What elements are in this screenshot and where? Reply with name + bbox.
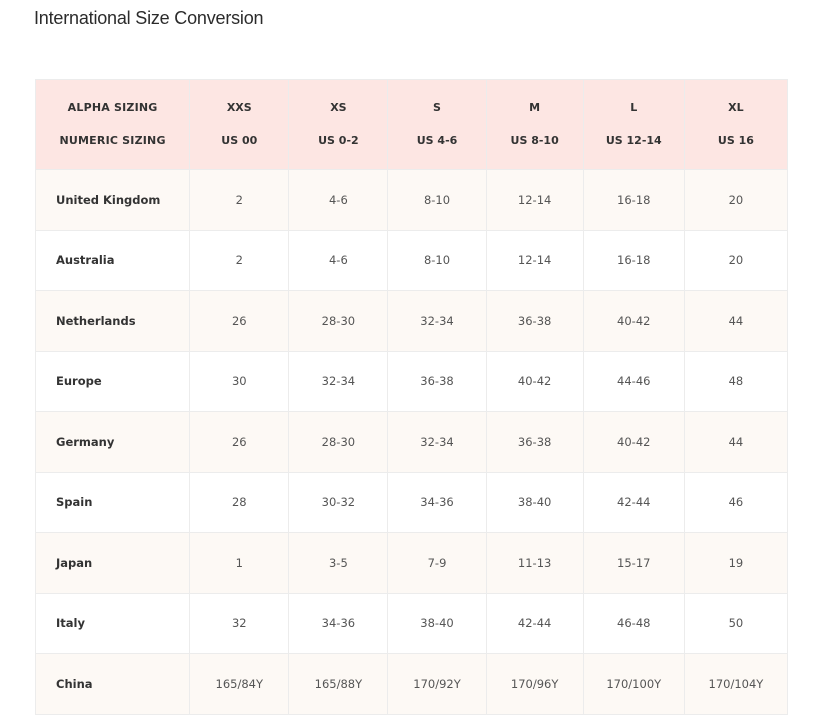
- alpha-size: XXS: [226, 101, 252, 114]
- size-value-cell: 42-44: [582, 471, 685, 533]
- size-value-cell: 2: [189, 169, 290, 231]
- table-header-row: ALPHA SIZING NUMERIC SIZING XXS US 00 XS…: [34, 79, 789, 170]
- size-value-cell: 4-6: [288, 169, 389, 231]
- size-value-cell: 19: [683, 532, 789, 594]
- size-value-cell: 16-18: [582, 169, 685, 231]
- size-value-cell: 34-36: [288, 592, 389, 654]
- table-row: Germany 26 28-30 32-34 36-38 40-42 44: [34, 411, 789, 473]
- country-cell: Japan: [34, 532, 191, 594]
- size-value-cell: 32-34: [387, 290, 487, 352]
- country-cell: Australia: [34, 229, 191, 291]
- size-value-cell: 2: [189, 229, 290, 291]
- size-value-cell: 16-18: [582, 229, 685, 291]
- numeric-size: US 12-14: [605, 134, 662, 147]
- size-value-cell: 20: [683, 229, 789, 291]
- size-value-cell: 34-36: [387, 471, 487, 533]
- country-cell: China: [34, 653, 191, 715]
- country-cell: Europe: [34, 350, 191, 412]
- alpha-size: S: [433, 101, 441, 114]
- size-value-cell: 30: [189, 350, 290, 412]
- size-value-cell: 28-30: [288, 411, 389, 473]
- size-value-cell: 40-42: [582, 290, 685, 352]
- size-value-cell: 165/84Y: [189, 653, 290, 715]
- size-value-cell: 28: [189, 471, 290, 533]
- table-row: Spain 28 30-32 34-36 38-40 42-44 46: [34, 471, 789, 533]
- size-value-cell: 170/100Y: [582, 653, 685, 715]
- alpha-size: L: [630, 101, 638, 114]
- size-value-cell: 8-10: [387, 169, 487, 231]
- numeric-size: US 4-6: [416, 134, 458, 147]
- table-row: China 165/84Y 165/88Y 170/92Y 170/96Y 17…: [34, 653, 789, 715]
- size-value-cell: 50: [683, 592, 789, 654]
- size-value-cell: 48: [683, 350, 789, 412]
- size-value-cell: 7-9: [387, 532, 487, 594]
- size-value-cell: 12-14: [485, 229, 584, 291]
- table-row: Japan 1 3-5 7-9 11-13 15-17 19: [34, 532, 789, 594]
- size-value-cell: 32-34: [387, 411, 487, 473]
- size-value-cell: 36-38: [485, 411, 584, 473]
- header-cell-size: XL US 16: [683, 79, 789, 170]
- country-cell: United Kingdom: [34, 169, 191, 231]
- size-value-cell: 28-30: [288, 290, 389, 352]
- size-value-cell: 170/104Y: [683, 653, 789, 715]
- size-value-cell: 26: [189, 290, 290, 352]
- size-value-cell: 46-48: [582, 592, 685, 654]
- alpha-sizing-label: ALPHA SIZING: [67, 101, 158, 114]
- alpha-size: XS: [330, 101, 347, 114]
- size-value-cell: 46: [683, 471, 789, 533]
- size-value-cell: 40-42: [582, 411, 685, 473]
- header-cell-size: L US 12-14: [582, 79, 685, 170]
- size-value-cell: 4-6: [288, 229, 389, 291]
- page-title: International Size Conversion: [34, 8, 264, 28]
- size-value-cell: 3-5: [288, 532, 389, 594]
- table-row: Italy 32 34-36 38-40 42-44 46-48 50: [34, 592, 789, 654]
- size-value-cell: 36-38: [485, 290, 584, 352]
- size-value-cell: 8-10: [387, 229, 487, 291]
- size-value-cell: 11-13: [485, 532, 584, 594]
- header-cell-size: XXS US 00: [189, 79, 290, 170]
- alpha-size: M: [529, 101, 541, 114]
- size-value-cell: 26: [189, 411, 290, 473]
- table-row: United Kingdom 2 4-6 8-10 12-14 16-18 20: [34, 169, 789, 231]
- size-value-cell: 38-40: [485, 471, 584, 533]
- size-conversion-table: ALPHA SIZING NUMERIC SIZING XXS US 00 XS…: [34, 79, 789, 715]
- country-cell: Spain: [34, 471, 191, 533]
- size-value-cell: 32-34: [288, 350, 389, 412]
- size-value-cell: 40-42: [485, 350, 584, 412]
- size-value-cell: 30-32: [288, 471, 389, 533]
- size-value-cell: 1: [189, 532, 290, 594]
- header-cell-size: XS US 0-2: [288, 79, 389, 170]
- size-value-cell: 20: [683, 169, 789, 231]
- country-cell: Netherlands: [34, 290, 191, 352]
- size-value-cell: 44-46: [582, 350, 685, 412]
- header-cell-size: M US 8-10: [485, 79, 584, 170]
- size-value-cell: 170/96Y: [485, 653, 584, 715]
- size-value-cell: 170/92Y: [387, 653, 487, 715]
- size-value-cell: 36-38: [387, 350, 487, 412]
- size-value-cell: 44: [683, 411, 789, 473]
- numeric-size: US 8-10: [510, 134, 559, 147]
- table-row: Europe 30 32-34 36-38 40-42 44-46 48: [34, 350, 789, 412]
- size-value-cell: 165/88Y: [288, 653, 389, 715]
- table-row: Netherlands 26 28-30 32-34 36-38 40-42 4…: [34, 290, 789, 352]
- numeric-size: US 0-2: [318, 134, 359, 147]
- table-row: Australia 2 4-6 8-10 12-14 16-18 20: [34, 229, 789, 291]
- country-cell: Italy: [34, 592, 191, 654]
- numeric-size: US 00: [221, 134, 258, 147]
- alpha-size: XL: [728, 101, 744, 114]
- size-value-cell: 12-14: [485, 169, 584, 231]
- size-value-cell: 44: [683, 290, 789, 352]
- numeric-sizing-label: NUMERIC SIZING: [59, 134, 166, 147]
- header-label-cell: ALPHA SIZING NUMERIC SIZING: [34, 79, 191, 170]
- size-value-cell: 15-17: [582, 532, 685, 594]
- header-cell-size: S US 4-6: [387, 79, 487, 170]
- size-value-cell: 38-40: [387, 592, 487, 654]
- numeric-size: US 16: [717, 134, 754, 147]
- size-value-cell: 42-44: [485, 592, 584, 654]
- size-value-cell: 32: [189, 592, 290, 654]
- country-cell: Germany: [34, 411, 191, 473]
